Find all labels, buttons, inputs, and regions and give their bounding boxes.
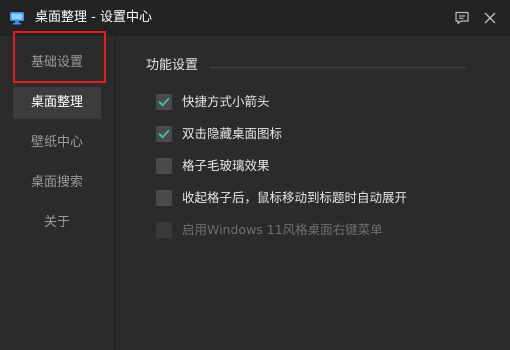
checkbox-unchecked[interactable] (156, 158, 172, 174)
option-label: 快捷方式小箭头 (182, 94, 270, 109)
checkbox-unchecked[interactable] (156, 190, 172, 206)
sidebar-item-basic-settings[interactable]: 基础设置 (13, 47, 101, 79)
option-label: 启用Windows 11风格桌面右键菜单 (182, 222, 383, 237)
sidebar-item-wallpaper-center[interactable]: 壁纸中心 (13, 127, 101, 159)
check-icon (158, 129, 170, 139)
section-divider (210, 67, 466, 68)
close-icon[interactable] (481, 9, 499, 27)
title-bar: 桌面整理 - 设置中心 (0, 0, 510, 36)
option-label: 格子毛玻璃效果 (182, 158, 270, 173)
sidebar-item-about[interactable]: 关于 (13, 207, 101, 239)
check-icon (158, 97, 170, 107)
settings-window: 桌面整理 - 设置中心 基础设置 桌面整理 壁纸中心 桌面搜索 关于 功能设置 (0, 0, 510, 350)
section-title: 功能设置 (146, 58, 199, 73)
sidebar-item-desktop-search[interactable]: 桌面搜索 (13, 167, 101, 199)
option-label: 收起格子后，鼠标移动到标题时自动展开 (182, 190, 408, 205)
window-title: 桌面整理 - 设置中心 (35, 10, 152, 25)
checkbox-checked[interactable] (156, 94, 172, 110)
option-label: 双击隐藏桌面图标 (182, 126, 283, 141)
monitor-icon (9, 10, 25, 26)
checkbox-checked[interactable] (156, 126, 172, 142)
sidebar-item-desktop-organize[interactable]: 桌面整理 (13, 87, 101, 119)
checkbox-disabled (156, 222, 172, 238)
message-icon[interactable] (453, 9, 471, 27)
